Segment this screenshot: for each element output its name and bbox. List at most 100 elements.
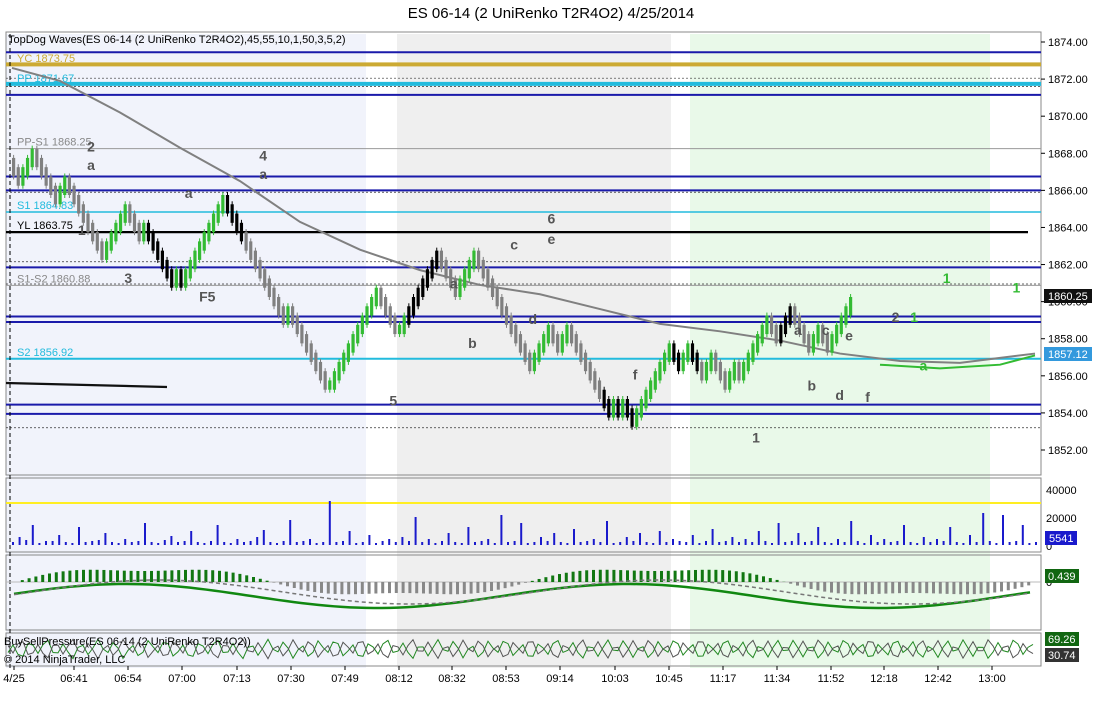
volume-bar	[203, 543, 206, 545]
renko-bar	[360, 315, 364, 335]
oscillator-bar	[986, 582, 990, 594]
oscillator-bar	[707, 569, 711, 582]
oscillator-bar	[728, 570, 731, 582]
renko-bar	[467, 259, 471, 279]
volume-bar	[718, 542, 721, 545]
oscillator-bar	[850, 582, 854, 595]
oscillator-bar	[823, 582, 827, 592]
renko-bar	[504, 306, 509, 325]
oscillator-bar	[401, 582, 405, 594]
oscillator-bar	[612, 569, 616, 582]
renko-bar	[751, 343, 755, 362]
oscillator-bar	[204, 569, 208, 582]
volume-bar	[328, 501, 331, 545]
volume-bar	[104, 533, 107, 545]
oscillator-bar	[252, 577, 255, 582]
oscillator-bar	[945, 582, 949, 594]
chart-canvas[interactable]: YC 1873.75PP 1871.67PP-S1 1868.25S1 1864…	[0, 0, 1102, 711]
renko-bar	[351, 334, 355, 353]
volume-bar	[573, 529, 575, 545]
oscillator-bar	[972, 582, 976, 595]
volume-bar	[909, 542, 912, 545]
oscillator-bar	[619, 570, 623, 582]
volume-bar	[315, 543, 318, 545]
volume-bar	[850, 521, 853, 545]
renko-bar	[463, 269, 467, 288]
oscillator-bar	[483, 582, 487, 593]
renko-bar	[309, 343, 313, 362]
volume-bar	[1028, 543, 1031, 545]
volume-bar	[553, 533, 556, 545]
volume-tick-40000: 40000	[1046, 485, 1077, 497]
volume-bar	[31, 525, 34, 545]
renko-bar	[39, 157, 44, 177]
renko-bar	[225, 195, 230, 214]
oscillator-bar	[299, 582, 303, 590]
renko-bar	[151, 232, 155, 251]
renko-bar	[616, 399, 620, 418]
wave-label: a	[920, 357, 928, 373]
renko-bar	[137, 222, 141, 242]
oscillator-bar	[428, 582, 432, 594]
oscillator-bar	[449, 582, 453, 595]
renko-bar	[579, 343, 583, 362]
oscillator-bar	[68, 570, 72, 582]
volume-bar	[678, 541, 681, 545]
oscillator-bar	[313, 582, 317, 593]
renko-bar	[844, 306, 848, 325]
renko-bar	[114, 222, 118, 242]
oscillator-bar	[360, 582, 364, 594]
volume-bar	[111, 542, 113, 545]
renko-bar	[77, 195, 81, 214]
volume-bar	[262, 530, 265, 545]
renko-bar	[263, 269, 267, 288]
renko-bar	[58, 185, 62, 205]
renko-bar	[849, 297, 853, 316]
renko-bar	[142, 222, 146, 242]
volume-bar	[361, 542, 364, 545]
volume-bar	[38, 543, 41, 545]
renko-bar	[528, 352, 532, 372]
oscillator-bar	[796, 582, 799, 586]
renko-bar	[728, 371, 732, 390]
renko-bar	[788, 306, 792, 325]
oscillator-bar	[150, 570, 153, 582]
oscillator-bar	[388, 582, 391, 594]
wave-label: 1	[1013, 279, 1021, 295]
volume-bar	[540, 537, 542, 545]
oscillator-bar	[530, 580, 534, 582]
renko-bar	[695, 352, 699, 372]
renko-bar	[649, 380, 653, 399]
renko-bar	[630, 408, 634, 427]
volume-bar	[190, 531, 193, 545]
oscillator-bar	[809, 582, 813, 589]
oscillator-bar	[1027, 582, 1031, 586]
oscillator-bar	[156, 570, 160, 582]
oscillator-bar	[462, 582, 466, 595]
volume-bar	[843, 542, 846, 545]
oscillator-bar	[272, 582, 276, 583]
renko-bar	[514, 324, 518, 344]
volume-bar	[764, 541, 767, 545]
volume-bar	[520, 523, 523, 545]
renko-bar	[760, 324, 764, 344]
volume-bar	[196, 542, 199, 545]
volume-bar	[856, 541, 859, 545]
level-label: PP-S1 1868.25	[17, 137, 92, 149]
renko-bar	[63, 176, 67, 195]
volume-bar	[507, 542, 509, 545]
wave-label: e	[548, 231, 556, 247]
volume-bar	[309, 539, 311, 545]
time-tick-label: 10:45	[655, 673, 683, 685]
renko-bar	[574, 334, 578, 353]
volume-tick-20000: 20000	[1046, 513, 1077, 525]
renko-bar	[495, 287, 499, 307]
volume-bar	[348, 531, 351, 545]
volume-bar	[619, 542, 622, 545]
renko-bar	[681, 352, 685, 372]
renko-bar	[239, 222, 244, 242]
price-tick-label: 1868.00	[1048, 148, 1088, 160]
volume-bar	[790, 541, 793, 545]
renko-bar	[388, 306, 392, 325]
renko-bar	[625, 399, 629, 418]
